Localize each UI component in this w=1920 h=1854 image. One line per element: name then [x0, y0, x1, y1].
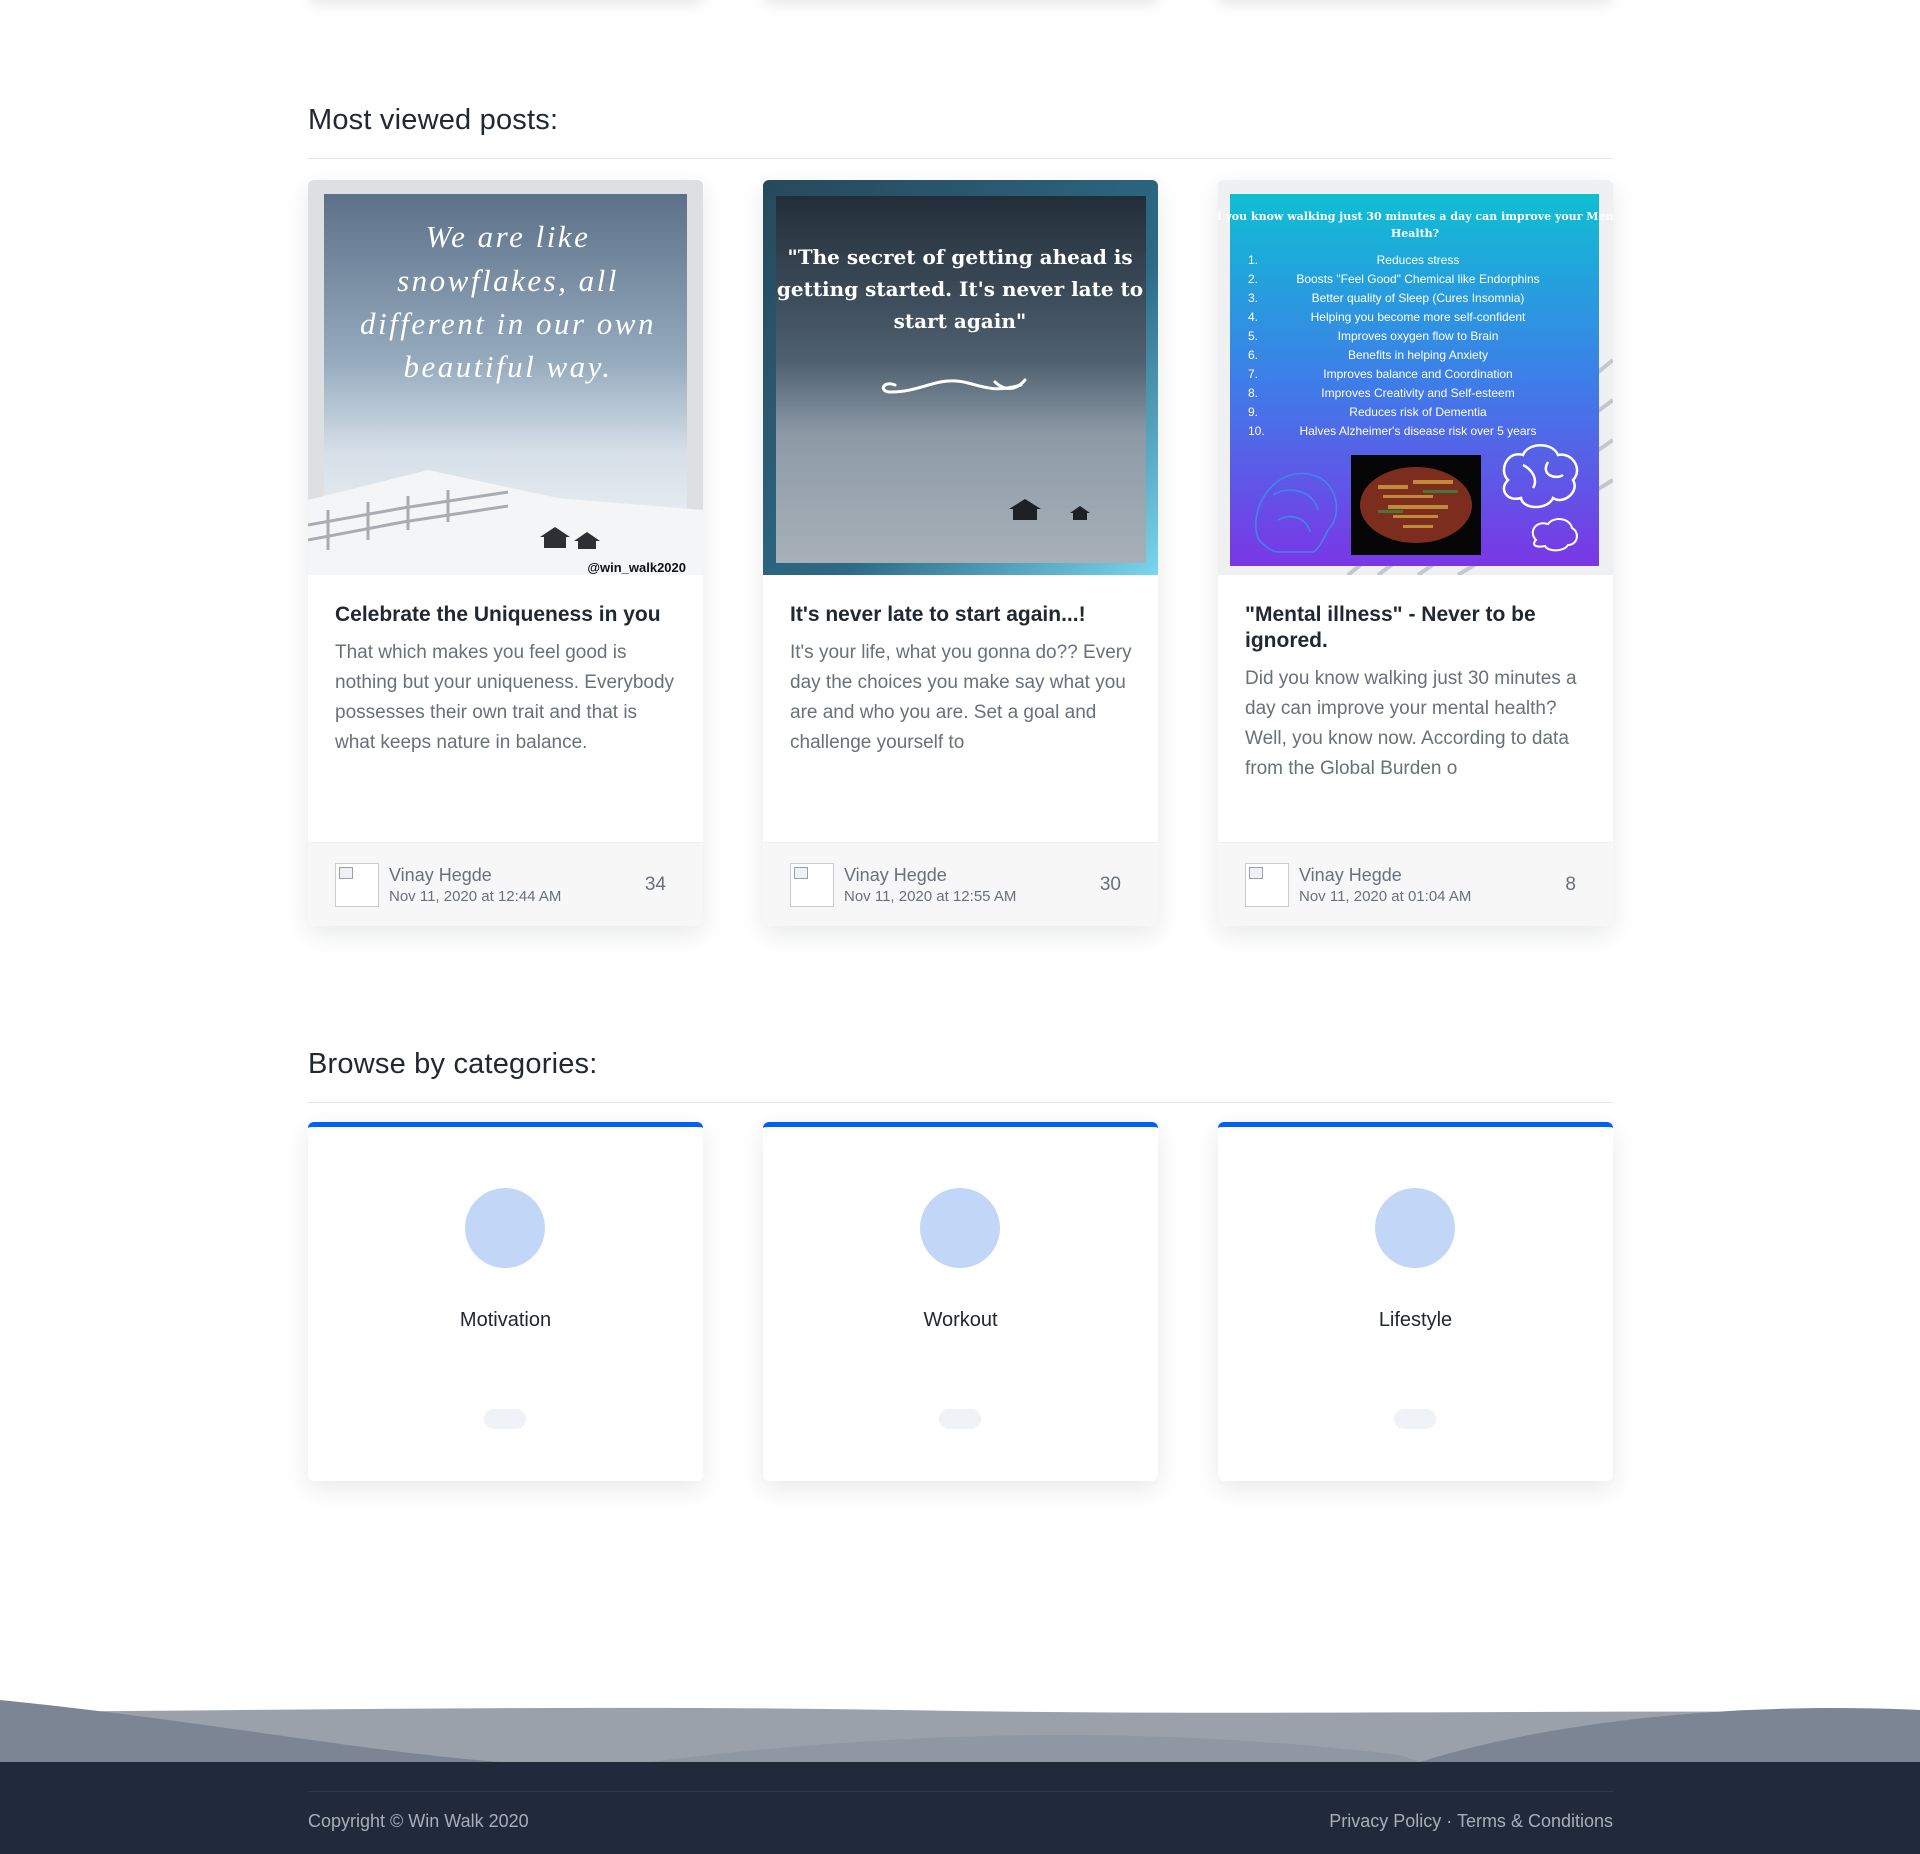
footer-divider: [308, 1791, 1613, 1792]
image-quote-line: start again": [894, 309, 1027, 333]
view-count: 30: [1099, 874, 1121, 895]
list-number: 4.: [1248, 310, 1258, 324]
category-card-lifestyle[interactable]: Lifestyle: [1218, 1122, 1613, 1481]
category-icon: [465, 1188, 545, 1268]
footer-wave-divider: [0, 1700, 1920, 1762]
post-title[interactable]: It's never late to start again...!: [790, 602, 1135, 628]
previous-section-card-edges: [0, 0, 1920, 10]
post-date: Nov 11, 2020 at 12:55 AM: [844, 888, 1017, 905]
post-title[interactable]: Celebrate the Uniqueness in you: [335, 602, 680, 628]
image-quote-line: beautiful way.: [404, 349, 613, 384]
list-item-text: Better quality of Sleep (Cures Insomnia): [1312, 291, 1525, 305]
post-author: Vinay Hegde: [389, 865, 492, 885]
category-card-motivation[interactable]: Motivation: [308, 1122, 703, 1481]
privacy-policy-link[interactable]: Privacy Policy: [1329, 1811, 1441, 1831]
site-footer: Copyright © Win Walk 2020 Privacy Policy…: [0, 1762, 1920, 1854]
post-excerpt: It's your life, what you gonna do?? Ever…: [790, 642, 1132, 753]
category-icon: [1375, 1188, 1455, 1268]
category-count-badge: [939, 1409, 981, 1429]
list-number: 2.: [1248, 272, 1258, 286]
image-handle: @win_walk2020: [587, 560, 686, 575]
list-item-text: Reduces risk of Dementia: [1349, 405, 1487, 419]
category-count-badge: [484, 1409, 526, 1429]
image-heading-line: Health?: [1391, 227, 1439, 240]
list-number: 9.: [1248, 405, 1258, 419]
image-quote-line: "The secret of getting ahead is: [787, 245, 1132, 269]
avatar: [335, 863, 379, 907]
post-author: Vinay Hegde: [844, 865, 947, 885]
image-quote-line: snowflakes, all: [397, 263, 619, 298]
list-number: 3.: [1248, 291, 1258, 305]
list-item-text: Improves Creativity and Self-esteem: [1321, 386, 1514, 400]
view-count: 34: [644, 874, 666, 895]
copyright-text: Copyright © Win Walk 2020: [308, 1811, 529, 1831]
list-number: 10.: [1248, 424, 1265, 438]
categories-title: Browse by categories:: [308, 1048, 598, 1080]
post-card[interactable]: We are like snowflakes, all different in…: [308, 180, 703, 926]
section-divider: [308, 1102, 1613, 1103]
category-label: Motivation: [459, 1309, 552, 1331]
list-item-text: Reduces stress: [1377, 253, 1460, 267]
list-item-text: Boosts "Feel Good" Chemical like Endorph…: [1296, 272, 1539, 286]
image-quote-line: getting started. It's never late to: [777, 277, 1143, 301]
post-title[interactable]: "Mental illness" - Never to be ignored.: [1245, 602, 1590, 654]
list-number: 6.: [1248, 348, 1258, 362]
category-count-badge: [1394, 1409, 1436, 1429]
avatar: [790, 863, 834, 907]
post-footer: Vinay Hegde Nov 11, 2020 at 12:55 AM 30: [763, 842, 1158, 926]
list-number: 8.: [1248, 386, 1258, 400]
avatar: [1245, 863, 1289, 907]
category-card-workout[interactable]: Workout: [763, 1122, 1158, 1481]
post-date: Nov 11, 2020 at 12:44 AM: [389, 888, 562, 905]
terms-link[interactable]: Terms & Conditions: [1457, 1811, 1613, 1831]
list-item-text: Helping you become more self-confident: [1311, 310, 1526, 324]
post-date: Nov 11, 2020 at 01:04 AM: [1299, 888, 1472, 905]
list-item-text: Improves balance and Coordination: [1323, 367, 1512, 381]
image-quote-line: different in our own: [360, 306, 656, 341]
list-number: 7.: [1248, 367, 1258, 381]
section-divider: [308, 158, 1613, 159]
most-viewed-title: Most viewed posts:: [308, 104, 559, 136]
list-item-text: Improves oxygen flow to Brain: [1338, 329, 1499, 343]
post-footer: Vinay Hegde Nov 11, 2020 at 01:04 AM 8: [1218, 842, 1613, 926]
post-card[interactable]: Did you know walking just 30 minutes a d…: [1218, 180, 1613, 926]
list-number: 5.: [1248, 329, 1258, 343]
post-image[interactable]: Did you know walking just 30 minutes a d…: [1218, 180, 1613, 575]
post-author: Vinay Hegde: [1299, 865, 1402, 885]
post-image[interactable]: "The secret of getting ahead is getting …: [763, 180, 1158, 575]
category-label: Workout: [923, 1309, 998, 1331]
view-count: 8: [1565, 874, 1576, 895]
category-icon: [920, 1188, 1000, 1268]
categories-section: Browse by categories:: [308, 1048, 1613, 1081]
post-excerpt: That which makes you feel good is nothin…: [335, 642, 675, 753]
post-excerpt: Did you know walking just 30 minutes a d…: [1245, 668, 1577, 779]
post-card[interactable]: "The secret of getting ahead is getting …: [763, 180, 1158, 926]
most-viewed-section: Most viewed posts:: [308, 104, 1613, 137]
footer-links: Privacy Policy · Terms & Conditions: [1329, 1811, 1613, 1832]
list-item-text: Halves Alzheimer's disease risk over 5 y…: [1299, 424, 1536, 438]
list-item-text: Benefits in helping Anxiety: [1348, 348, 1488, 362]
post-footer: Vinay Hegde Nov 11, 2020 at 12:44 AM 34: [308, 842, 703, 926]
footer-separator: ·: [1441, 1811, 1457, 1831]
image-quote-line: We are like: [426, 219, 591, 254]
category-label: Lifestyle: [1378, 1309, 1453, 1331]
image-heading-line: Did you know walking just 30 minutes a d…: [1218, 210, 1613, 223]
post-image[interactable]: We are like snowflakes, all different in…: [308, 180, 703, 575]
list-number: 1.: [1248, 253, 1258, 267]
